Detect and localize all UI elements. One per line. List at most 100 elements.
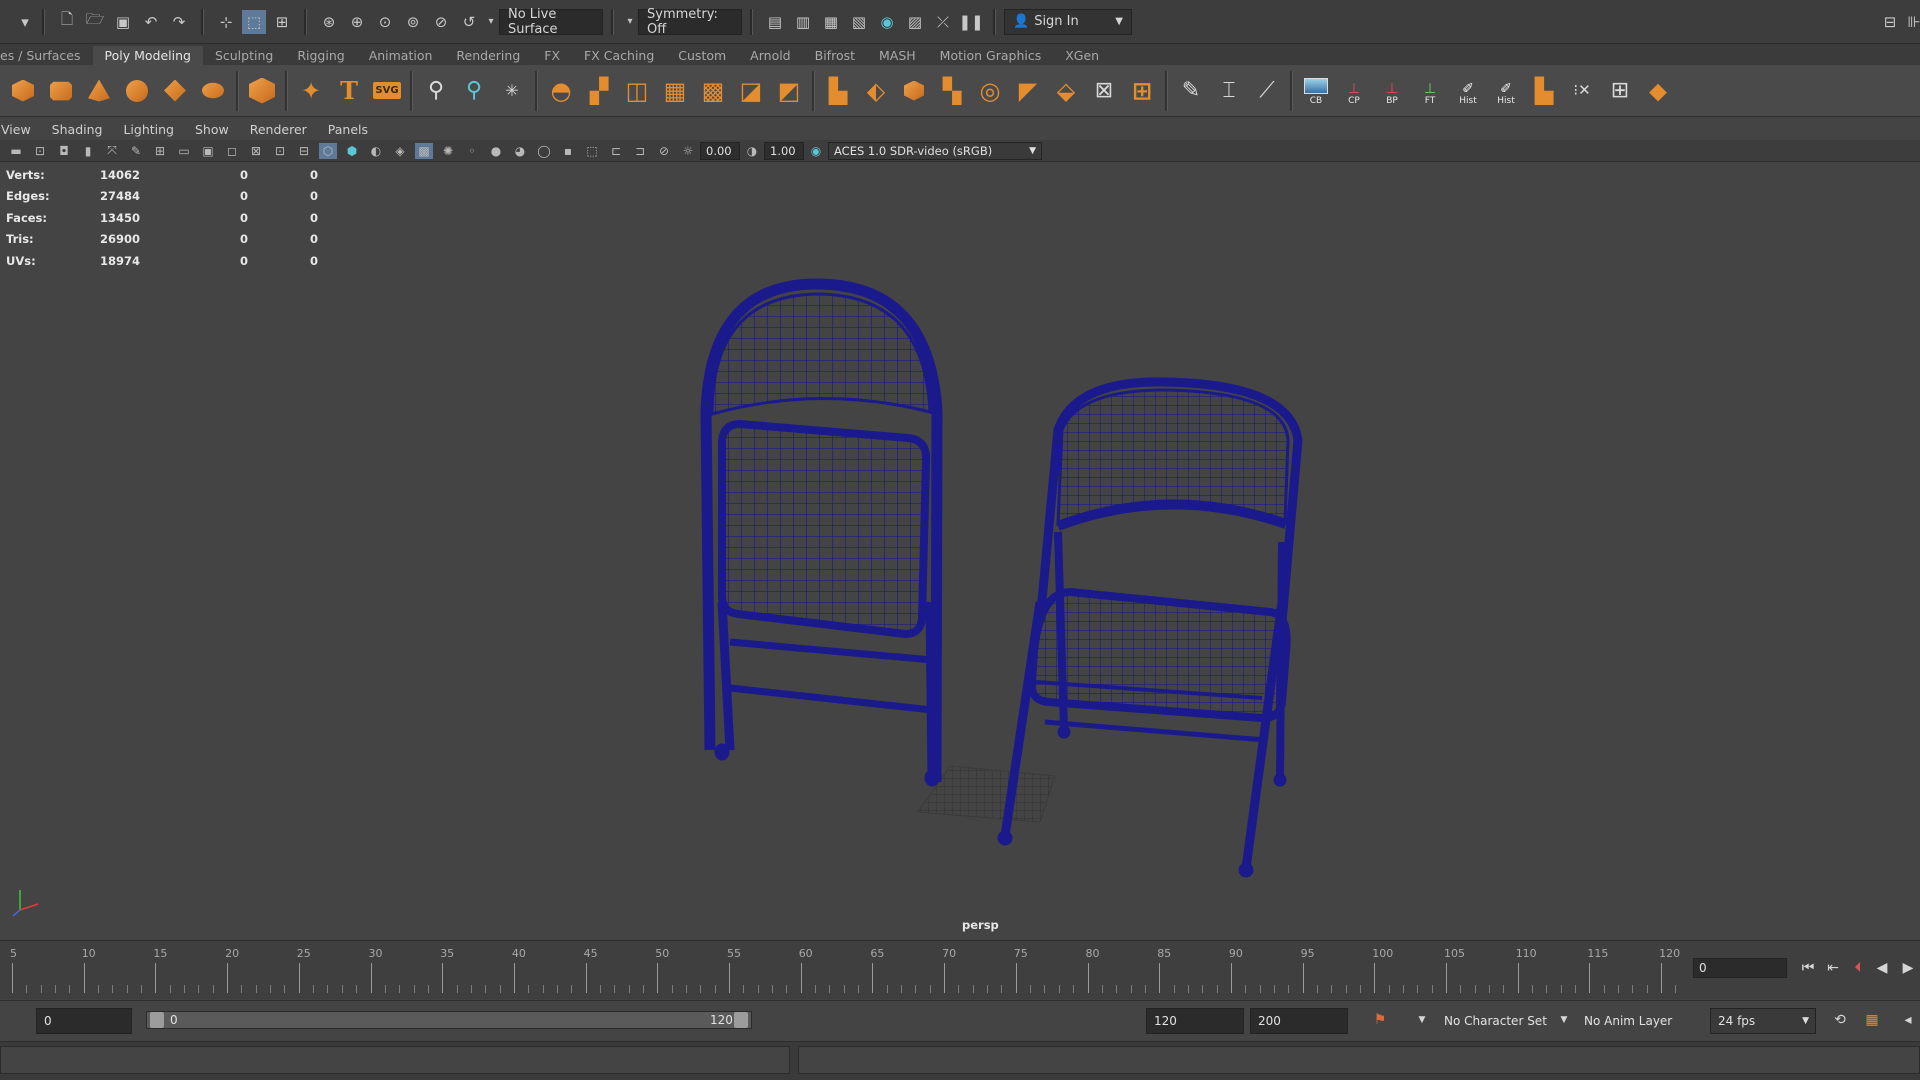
new-scene-icon[interactable]: 🗋 xyxy=(55,10,79,34)
command-input[interactable] xyxy=(0,1046,790,1074)
shelf-menu-icon[interactable]: ⬥ xyxy=(1640,72,1676,110)
select-component-icon[interactable]: ⊞ xyxy=(270,10,294,34)
safe-title-icon[interactable]: ⊟ xyxy=(295,143,313,159)
xray-icon[interactable]: ▩ xyxy=(415,142,433,159)
gamma-icon[interactable]: ◑ xyxy=(743,143,761,159)
combine-icon[interactable]: ◓ xyxy=(543,72,579,110)
gate-mask-icon[interactable]: ◻ xyxy=(223,143,241,159)
poly-cylinder-icon[interactable] xyxy=(43,72,79,110)
isolate-select-icon[interactable]: ⬚ xyxy=(583,143,601,159)
sign-in-button[interactable]: 👤 Sign In ▼ xyxy=(1004,8,1132,35)
use-all-lights-icon[interactable]: ✺ xyxy=(439,143,457,159)
symmetry-dropdown-icon[interactable]: ▾ xyxy=(624,10,636,34)
append-poly-icon[interactable]: ▚ xyxy=(934,72,970,110)
shelf-tab-motion-graphics[interactable]: Motion Graphics xyxy=(928,46,1054,65)
snap-view-icon[interactable]: ⊚ xyxy=(401,10,425,34)
loop-icon[interactable]: ⟲ xyxy=(1830,1010,1850,1030)
shelf-tab-custom[interactable]: Custom xyxy=(666,46,738,65)
separate-icon[interactable]: ▞ xyxy=(581,72,617,110)
hypershade-icon[interactable]: ◉ xyxy=(875,10,899,34)
anim-layer-label[interactable]: No Anim Layer xyxy=(1584,1014,1672,1028)
type-tool-icon[interactable]: T xyxy=(331,72,367,110)
resolution-gate-icon[interactable]: ▣ xyxy=(199,143,217,159)
cp-button[interactable]: ⊥ CP xyxy=(1336,72,1372,110)
folding-chair-folded[interactable] xyxy=(700,278,943,787)
redo-icon[interactable]: ↷ xyxy=(167,10,191,34)
character-set-dropdown-icon[interactable]: ▼ xyxy=(1412,1010,1432,1030)
open-scene-icon[interactable]: 🗁 xyxy=(83,10,107,34)
object-history-icon[interactable]: ▙ xyxy=(1526,72,1562,110)
delete-all-history-button[interactable]: ✐ Hist xyxy=(1488,72,1524,110)
textured-icon[interactable]: ◈ xyxy=(391,143,409,159)
save-scene-icon[interactable]: ▣ xyxy=(111,10,135,34)
delete-component-icon[interactable]: ⁝✕ xyxy=(1564,72,1600,110)
render-view-icon[interactable]: ▧ xyxy=(847,10,871,34)
fps-dropdown[interactable]: 24 fps ▼ xyxy=(1710,1008,1816,1034)
boolean-icon[interactable]: ◪ xyxy=(733,72,769,110)
ipr-render-icon[interactable]: ▥ xyxy=(791,10,815,34)
bridge-icon[interactable]: ⬖ xyxy=(858,72,894,110)
panel-menu-lighting[interactable]: Lighting xyxy=(122,122,185,137)
bookmarks-icon[interactable]: ◘ xyxy=(55,143,73,159)
freeze-transforms-button[interactable]: ⊥ FT xyxy=(1412,72,1448,110)
exposure-icon[interactable]: ☼ xyxy=(679,143,697,159)
image-plane-icon[interactable]: ▮ xyxy=(79,143,97,159)
bevel-icon[interactable] xyxy=(896,72,932,110)
step-back-frame-icon[interactable]: ⏴ xyxy=(1848,958,1868,978)
safe-action-icon[interactable]: ⊡ xyxy=(271,143,289,159)
wedge-icon[interactable]: ◤ xyxy=(1010,72,1046,110)
live-surface-dropdown-icon[interactable]: ▾ xyxy=(485,10,497,34)
remesh-icon[interactable]: ◩ xyxy=(771,72,807,110)
start-time-field[interactable]: 0 xyxy=(36,1008,132,1034)
snap-point-icon[interactable]: ⊙ xyxy=(373,10,397,34)
super-shape-icon[interactable]: ✦ xyxy=(293,72,329,110)
shadows-icon[interactable]: ◦ xyxy=(463,143,481,159)
snap-grid-icon[interactable]: ⊛ xyxy=(317,10,341,34)
character-set-label[interactable]: No Character Set xyxy=(1444,1014,1547,1028)
snap-curve-icon[interactable]: ⊕ xyxy=(345,10,369,34)
fill-hole-icon[interactable]: ◎ xyxy=(972,72,1008,110)
extrude-icon[interactable]: ▙ xyxy=(820,72,856,110)
shelf-tab-fx[interactable]: FX xyxy=(532,46,572,65)
color-management-icon[interactable]: ◉ xyxy=(807,143,825,159)
panel-menu-show[interactable]: Show xyxy=(194,122,240,137)
render-settings-icon[interactable]: ▦ xyxy=(819,10,843,34)
exposure-field[interactable]: 0.00 xyxy=(700,141,740,160)
gamma-field[interactable]: 1.00 xyxy=(764,141,804,160)
film-gate-icon[interactable]: ▭ xyxy=(175,143,193,159)
bp-button[interactable]: ⊥ BP xyxy=(1374,72,1410,110)
shelf-tab-sculpting[interactable]: Sculpting xyxy=(203,46,285,65)
pause-icon[interactable]: ❚❚ xyxy=(958,10,983,34)
poke-icon[interactable]: ⬙ xyxy=(1048,72,1084,110)
menu-set-dropdown[interactable]: ▾ xyxy=(18,10,32,34)
undo-icon[interactable]: ↶ xyxy=(139,10,163,34)
platonic-solid-icon[interactable] xyxy=(244,72,280,110)
viewport[interactable] xyxy=(0,162,1920,940)
time-slider[interactable]: 5 10 15 20 25 30 35 40 45 50 55 60 65 70 75 80 85 90 95 100… xyxy=(0,940,1920,999)
range-end-handle[interactable] xyxy=(734,1012,748,1028)
shelf-tab-es-surfaces[interactable]: es / Surfaces xyxy=(0,46,93,65)
symmetry-field[interactable]: Symmetry: Off xyxy=(638,7,742,37)
poly-disc-icon[interactable] xyxy=(195,72,231,110)
grid-icon[interactable]: ⊞ xyxy=(151,143,169,159)
xray-active-icon[interactable]: ⊐ xyxy=(631,143,649,159)
sculpt-tool-icon[interactable]: ⚲ xyxy=(418,72,454,110)
lighting-icon[interactable]: ◐ xyxy=(367,143,385,159)
offset-edge-loop-icon[interactable]: ⟋ xyxy=(1249,72,1285,110)
poly-torus-icon[interactable] xyxy=(119,72,155,110)
range-slider[interactable] xyxy=(146,1011,752,1029)
backface-culling-icon[interactable]: ⊘ xyxy=(655,143,673,159)
workspace-icon[interactable]: ⊟ xyxy=(1878,10,1902,34)
svg-tool-icon[interactable]: SVG xyxy=(369,72,405,110)
insert-edge-loop-icon[interactable]: ⌶ xyxy=(1211,72,1247,110)
anim-end-field[interactable]: 200 xyxy=(1250,1008,1348,1034)
current-frame-field[interactable]: 0 xyxy=(1693,958,1787,978)
panel-menu-panels[interactable]: Panels xyxy=(327,122,379,137)
select-object-icon[interactable]: ⬚ xyxy=(242,9,266,34)
poly-cone-icon[interactable] xyxy=(81,72,117,110)
arnold-ipr-icon[interactable]: ⤫ xyxy=(931,10,955,34)
play-backwards-icon[interactable]: ◀ xyxy=(1872,958,1892,978)
select-hierarchy-icon[interactable]: ⊹ xyxy=(214,10,238,34)
center-pivot-cb-button[interactable]: CB xyxy=(1298,72,1334,110)
panel-menu-shading[interactable]: Shading xyxy=(51,122,114,137)
